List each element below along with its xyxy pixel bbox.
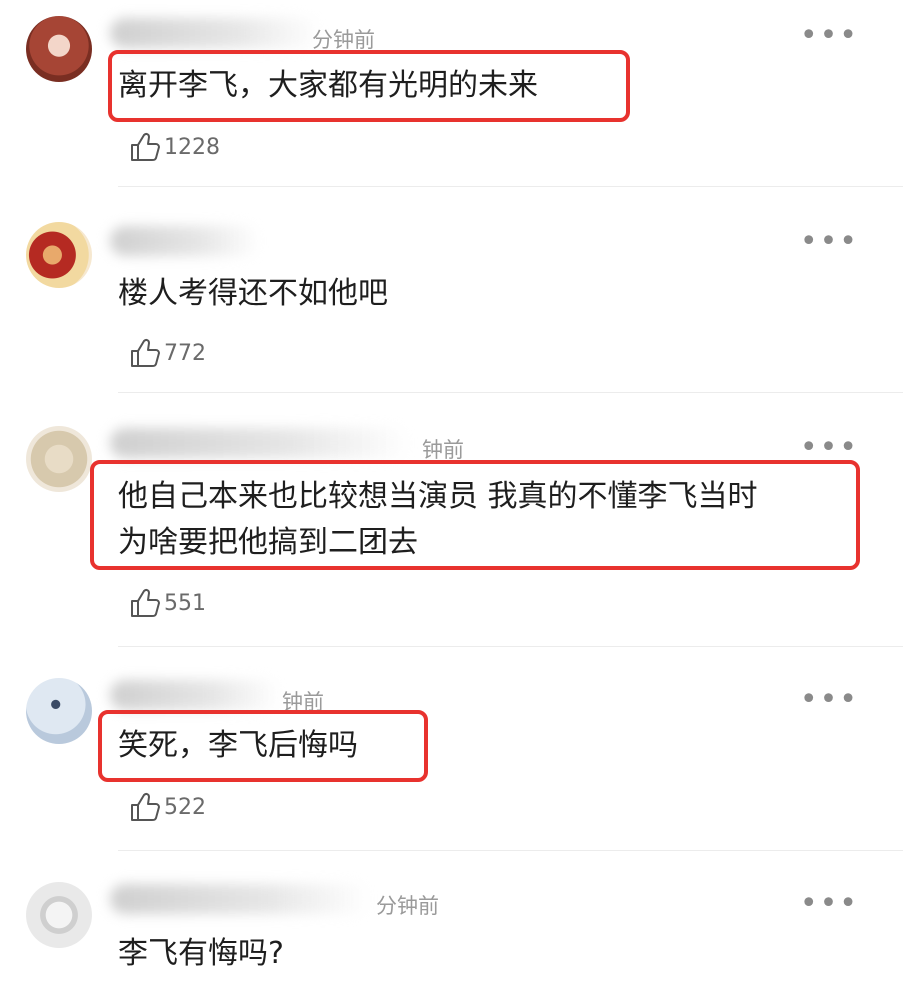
comment-text: 笑死，李飞后悔吗: [118, 722, 358, 770]
comment-text: 他自己本来也比较想当演员 我真的不懂李飞当时 为啥要把他搞到二团去: [118, 474, 758, 566]
avatar[interactable]: [26, 678, 92, 744]
avatar[interactable]: [26, 222, 92, 288]
avatar[interactable]: [26, 16, 92, 82]
like-count: 772: [164, 340, 206, 366]
divider: [118, 392, 903, 393]
thumbs-up-icon: [131, 132, 160, 161]
divider: [118, 186, 903, 187]
comment-text-line: 为啥要把他搞到二团去: [118, 525, 418, 560]
like-button[interactable]: 1228: [128, 130, 220, 164]
like-button[interactable]: 522: [128, 790, 206, 824]
comment-text-line: 李飞有悔吗?: [118, 936, 284, 971]
thumbs-up-icon: [131, 792, 160, 821]
more-dots-icon[interactable]: •••: [800, 433, 859, 463]
like-count: 551: [164, 590, 206, 616]
username-blurred: [110, 884, 370, 914]
comment-text-line: 楼人考得还不如他吧: [118, 276, 388, 311]
more-dots-icon[interactable]: •••: [800, 21, 859, 51]
more-dots-icon[interactable]: •••: [800, 889, 859, 919]
comment-text-line: 离开李飞，大家都有光明的未来: [118, 68, 538, 103]
divider: [118, 850, 903, 851]
comment-time: 分钟前: [376, 894, 439, 918]
avatar[interactable]: [26, 882, 92, 948]
avatar[interactable]: [26, 426, 92, 492]
like-count: 522: [164, 794, 206, 820]
comment-text: 离开李飞，大家都有光明的未来: [118, 62, 538, 110]
username-blurred: [110, 428, 410, 458]
divider: [118, 646, 903, 647]
username-blurred: [110, 18, 320, 48]
comment-text: 李飞有悔吗?: [118, 930, 284, 978]
more-dots-icon[interactable]: •••: [800, 227, 859, 257]
thumbs-up-icon: [131, 338, 160, 367]
comment-text: 楼人考得还不如他吧: [118, 270, 388, 318]
comment-text-line: 他自己本来也比较想当演员 我真的不懂李飞当时: [118, 479, 758, 514]
like-button[interactable]: 551: [128, 586, 206, 620]
like-count: 1228: [164, 134, 220, 160]
username-blurred: [110, 226, 260, 256]
more-dots-icon[interactable]: •••: [800, 685, 859, 715]
username-blurred: [110, 680, 280, 710]
like-button[interactable]: 772: [128, 336, 206, 370]
comment-text-line: 笑死，李飞后悔吗: [118, 728, 358, 763]
thumbs-up-icon: [131, 588, 160, 617]
